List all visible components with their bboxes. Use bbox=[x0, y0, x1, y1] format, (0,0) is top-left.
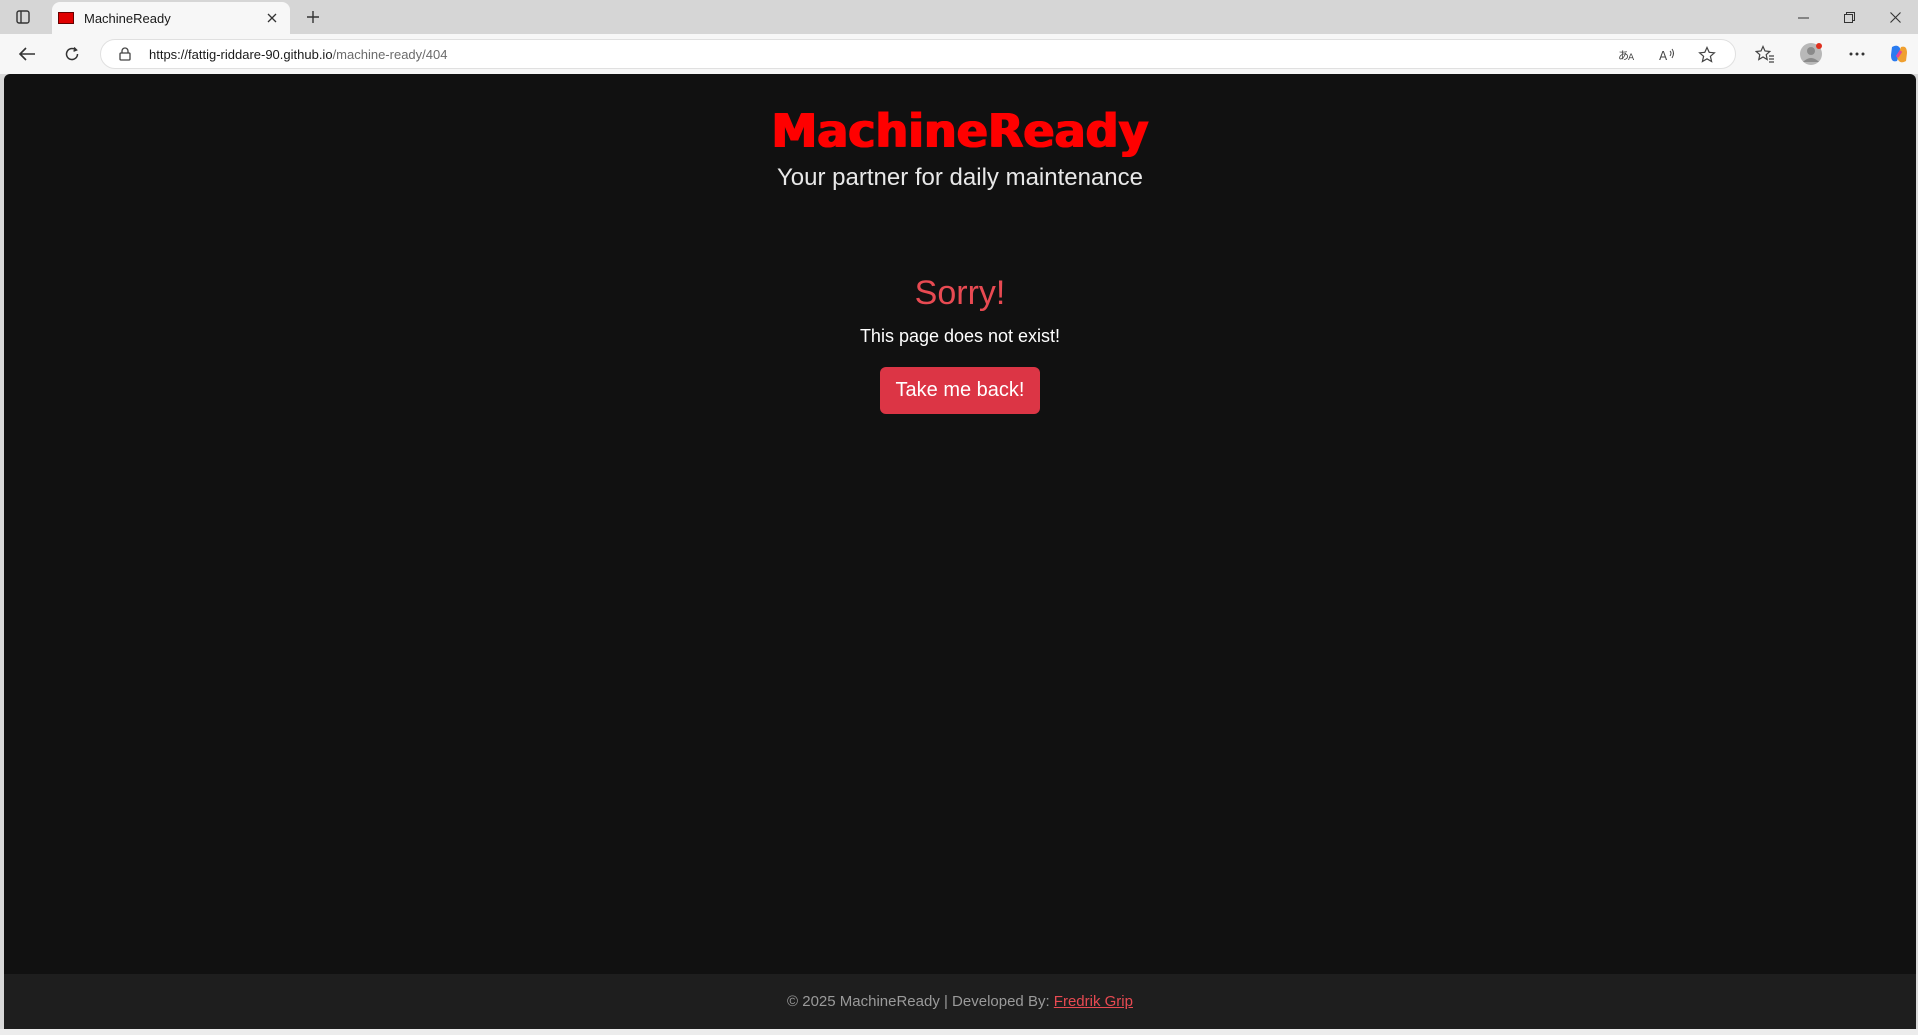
url-path: /machine-ready/404 bbox=[332, 47, 448, 62]
bottom-strip bbox=[0, 1029, 1918, 1035]
favicon-icon bbox=[58, 12, 74, 24]
page-viewport: MachineReady Your partner for daily main… bbox=[4, 74, 1916, 1029]
copilot-icon[interactable] bbox=[1884, 40, 1914, 68]
translate-icon[interactable]: あA bbox=[1617, 45, 1637, 65]
tab-bar: MachineReady bbox=[0, 0, 1918, 34]
author-link[interactable]: Fredrik Grip bbox=[1054, 993, 1133, 1010]
close-icon[interactable] bbox=[262, 8, 282, 28]
tab-title: MachineReady bbox=[84, 10, 171, 26]
error-heading: Sorry! bbox=[914, 274, 1006, 312]
browser-tab[interactable]: MachineReady bbox=[52, 2, 290, 34]
restore-icon[interactable] bbox=[1826, 0, 1872, 34]
minimize-icon[interactable] bbox=[1780, 0, 1826, 34]
tab-actions-icon[interactable] bbox=[12, 7, 34, 27]
url-text[interactable]: https://fattig-riddare-90.github.io/mach… bbox=[149, 47, 447, 62]
back-arrow-icon[interactable] bbox=[12, 40, 42, 68]
brand-logo: MachineReady bbox=[771, 104, 1149, 158]
read-aloud-icon[interactable]: A bbox=[1658, 45, 1678, 65]
take-me-back-button[interactable]: Take me back! bbox=[880, 367, 1040, 414]
footer-text: © 2025 MachineReady | Developed By: Fred… bbox=[4, 993, 1916, 1010]
svg-text:A: A bbox=[1659, 49, 1668, 62]
svg-text:A: A bbox=[1628, 53, 1635, 62]
footer: © 2025 MachineReady | Developed By: Fred… bbox=[4, 974, 1916, 1029]
plus-icon[interactable] bbox=[300, 5, 326, 29]
lock-icon[interactable] bbox=[117, 46, 133, 62]
profile-icon[interactable] bbox=[1796, 40, 1826, 68]
window-close-icon[interactable] bbox=[1872, 0, 1918, 34]
refresh-icon[interactable] bbox=[57, 40, 87, 68]
favorites-icon[interactable] bbox=[1750, 40, 1780, 68]
tagline: Your partner for daily maintenance bbox=[777, 164, 1143, 191]
address-bar[interactable]: https://fattig-riddare-90.github.io/mach… bbox=[100, 39, 1736, 69]
error-message: This page does not exist! bbox=[859, 326, 1061, 346]
url-host: https://fattig-riddare-90.github.io bbox=[149, 47, 333, 62]
star-icon[interactable] bbox=[1697, 45, 1717, 65]
footer-copyright: © 2025 MachineReady | Developed By: bbox=[787, 993, 1054, 1010]
more-icon[interactable] bbox=[1842, 40, 1872, 68]
browser-toolbar: https://fattig-riddare-90.github.io/mach… bbox=[0, 34, 1918, 74]
